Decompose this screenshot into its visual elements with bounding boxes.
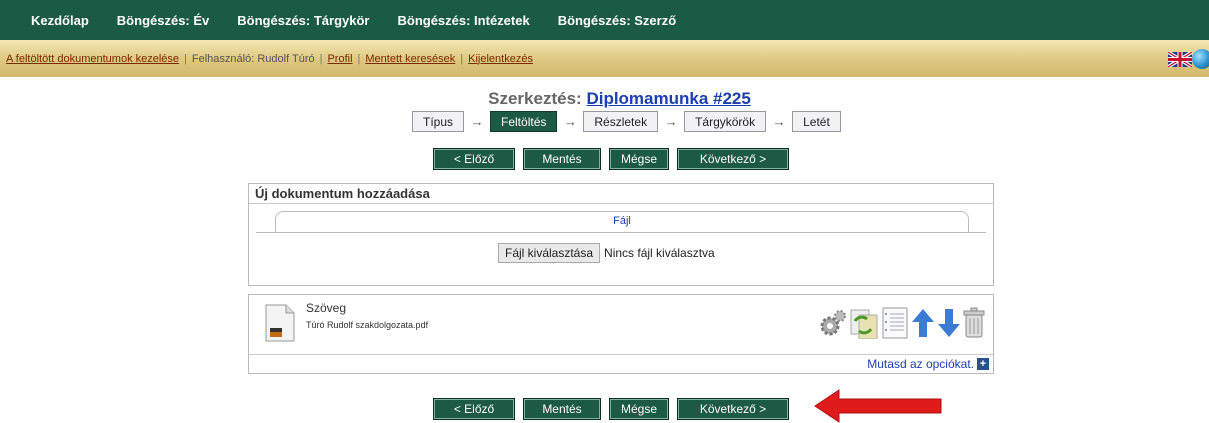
step-deposit[interactable]: Letét <box>792 111 841 132</box>
arrow-right-icon: → <box>563 114 577 129</box>
cancel-button[interactable]: Mégse <box>609 398 669 420</box>
tab-file[interactable]: Fájl <box>275 211 969 233</box>
arrow-right-icon: → <box>772 114 786 129</box>
save-button[interactable]: Mentés <box>523 148 601 170</box>
nav-browse-author[interactable]: Böngészés: Szerző <box>558 13 676 28</box>
saved-searches-link[interactable]: Mentett keresések <box>365 53 455 65</box>
nav-browse-year[interactable]: Böngészés: Év <box>117 13 209 28</box>
file-status: Nincs fájl kiválasztva <box>604 246 715 260</box>
save-button[interactable]: Mentés <box>523 398 601 420</box>
arrow-right-icon: → <box>664 114 678 129</box>
plus-icon[interactable]: + <box>977 357 989 370</box>
step-subjects[interactable]: Tárgykörök <box>684 111 767 132</box>
logout-link[interactable]: Kijelentkezés <box>468 53 533 65</box>
move-down-icon[interactable] <box>937 308 961 341</box>
cancel-button[interactable]: Mégse <box>609 148 669 170</box>
details-icon[interactable] <box>881 307 909 342</box>
manage-uploads-link[interactable]: A feltöltött dokumentumok kezelése <box>6 53 179 65</box>
move-up-icon[interactable] <box>911 308 935 341</box>
next-button[interactable]: Következő > <box>677 148 789 170</box>
top-navigation: Kezdőlap Böngészés: Év Böngészés: Tárgyk… <box>0 0 1209 40</box>
next-button[interactable]: Következő > <box>677 398 789 420</box>
step-details[interactable]: Részletek <box>583 111 659 132</box>
user-bar: A feltöltött dokumentumok kezelése | Fel… <box>0 40 1209 77</box>
workflow-steps: Típus → Feltöltés → Részletek → Tárgykör… <box>412 111 841 132</box>
document-title: Szöveg <box>306 301 347 315</box>
uk-flag-icon[interactable] <box>1168 52 1192 67</box>
tab-divider <box>256 232 986 233</box>
document-icon <box>265 304 295 342</box>
file-input: Fájl kiválasztása Nincs fájl kiválasztva <box>498 243 715 263</box>
separator: | <box>460 52 464 65</box>
red-pointer-arrow-icon <box>813 389 943 423</box>
separator: | <box>357 52 361 65</box>
page-title: Szerkeztés: Diplomamunka #225 <box>0 89 1209 109</box>
prev-button[interactable]: < Előző <box>433 148 515 170</box>
document-actions <box>817 307 985 342</box>
separator: | <box>184 52 187 65</box>
step-upload[interactable]: Feltöltés <box>490 111 558 132</box>
trash-icon[interactable] <box>963 307 985 342</box>
prev-button[interactable]: < Előző <box>433 398 515 420</box>
options-row: Mutasd az opciókat. + <box>249 354 993 372</box>
nav-browse-subject[interactable]: Böngészés: Tárgykör <box>237 13 369 28</box>
globe-icon[interactable] <box>1192 49 1209 69</box>
show-options-link[interactable]: Mutasd az opciókat. <box>867 357 974 371</box>
document-panel: Szöveg Túró Rudolf szakdolgozata.pdf Mut… <box>248 294 994 374</box>
top-button-row: < Előző Mentés Mégse Következő > <box>433 148 797 170</box>
choose-file-button[interactable]: Fájl kiválasztása <box>498 243 601 263</box>
profile-link[interactable]: Profil <box>327 53 352 65</box>
title-record-link[interactable]: Diplomamunka #225 <box>586 89 750 108</box>
panel-heading: Új dokumentum hozzáadása <box>249 184 993 204</box>
title-prefix: Szerkeztés: <box>488 89 582 108</box>
separator: | <box>319 52 323 65</box>
step-type[interactable]: Típus <box>412 111 465 132</box>
arrow-right-icon: → <box>470 114 484 129</box>
document-filename[interactable]: Túró Rudolf szakdolgozata.pdf <box>306 320 428 330</box>
replace-file-icon[interactable] <box>849 307 879 342</box>
add-document-panel: Új dokumentum hozzáadása Fájl Fájl kivál… <box>248 183 994 286</box>
nav-home[interactable]: Kezdőlap <box>31 13 89 28</box>
bottom-button-row: < Előző Mentés Mégse Következő > <box>433 398 797 420</box>
nav-browse-institutes[interactable]: Böngészés: Intézetek <box>397 13 529 28</box>
gear-icon[interactable] <box>819 308 847 341</box>
user-label: Felhasználó: Rudolf Túró <box>191 52 315 65</box>
